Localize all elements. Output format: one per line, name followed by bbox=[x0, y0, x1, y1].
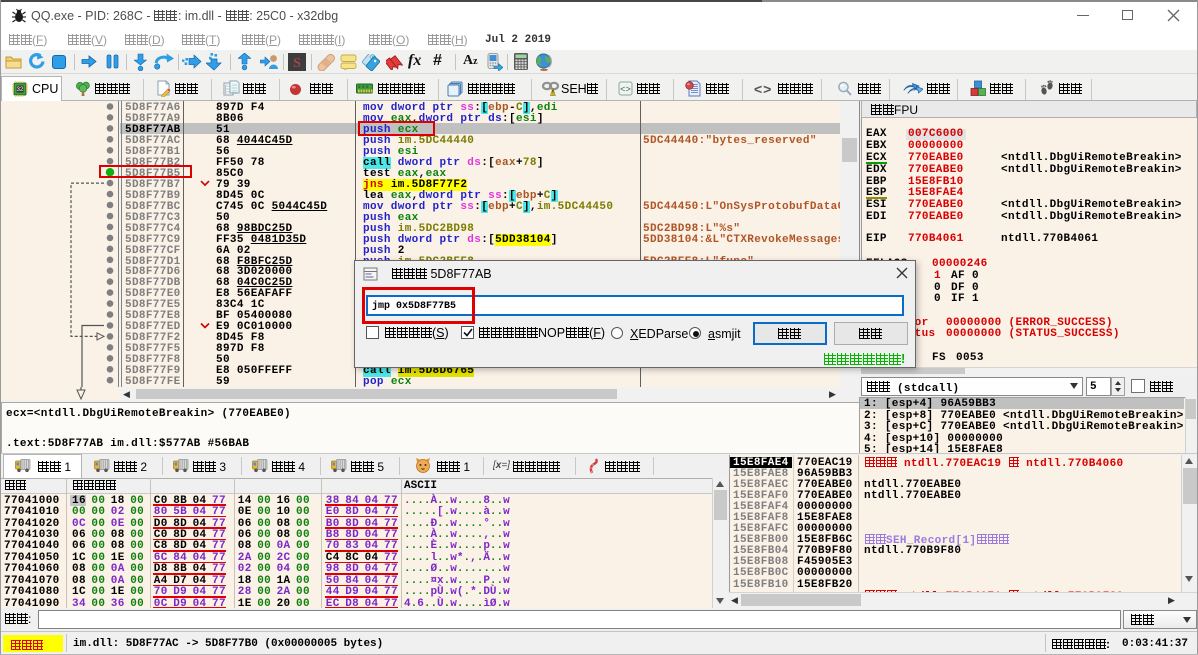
svg-text:<>: <> bbox=[620, 85, 631, 95]
svg-text:32: 32 bbox=[17, 87, 24, 93]
svg-text:!: ! bbox=[552, 90, 554, 97]
svg-text:S: S bbox=[293, 56, 301, 71]
